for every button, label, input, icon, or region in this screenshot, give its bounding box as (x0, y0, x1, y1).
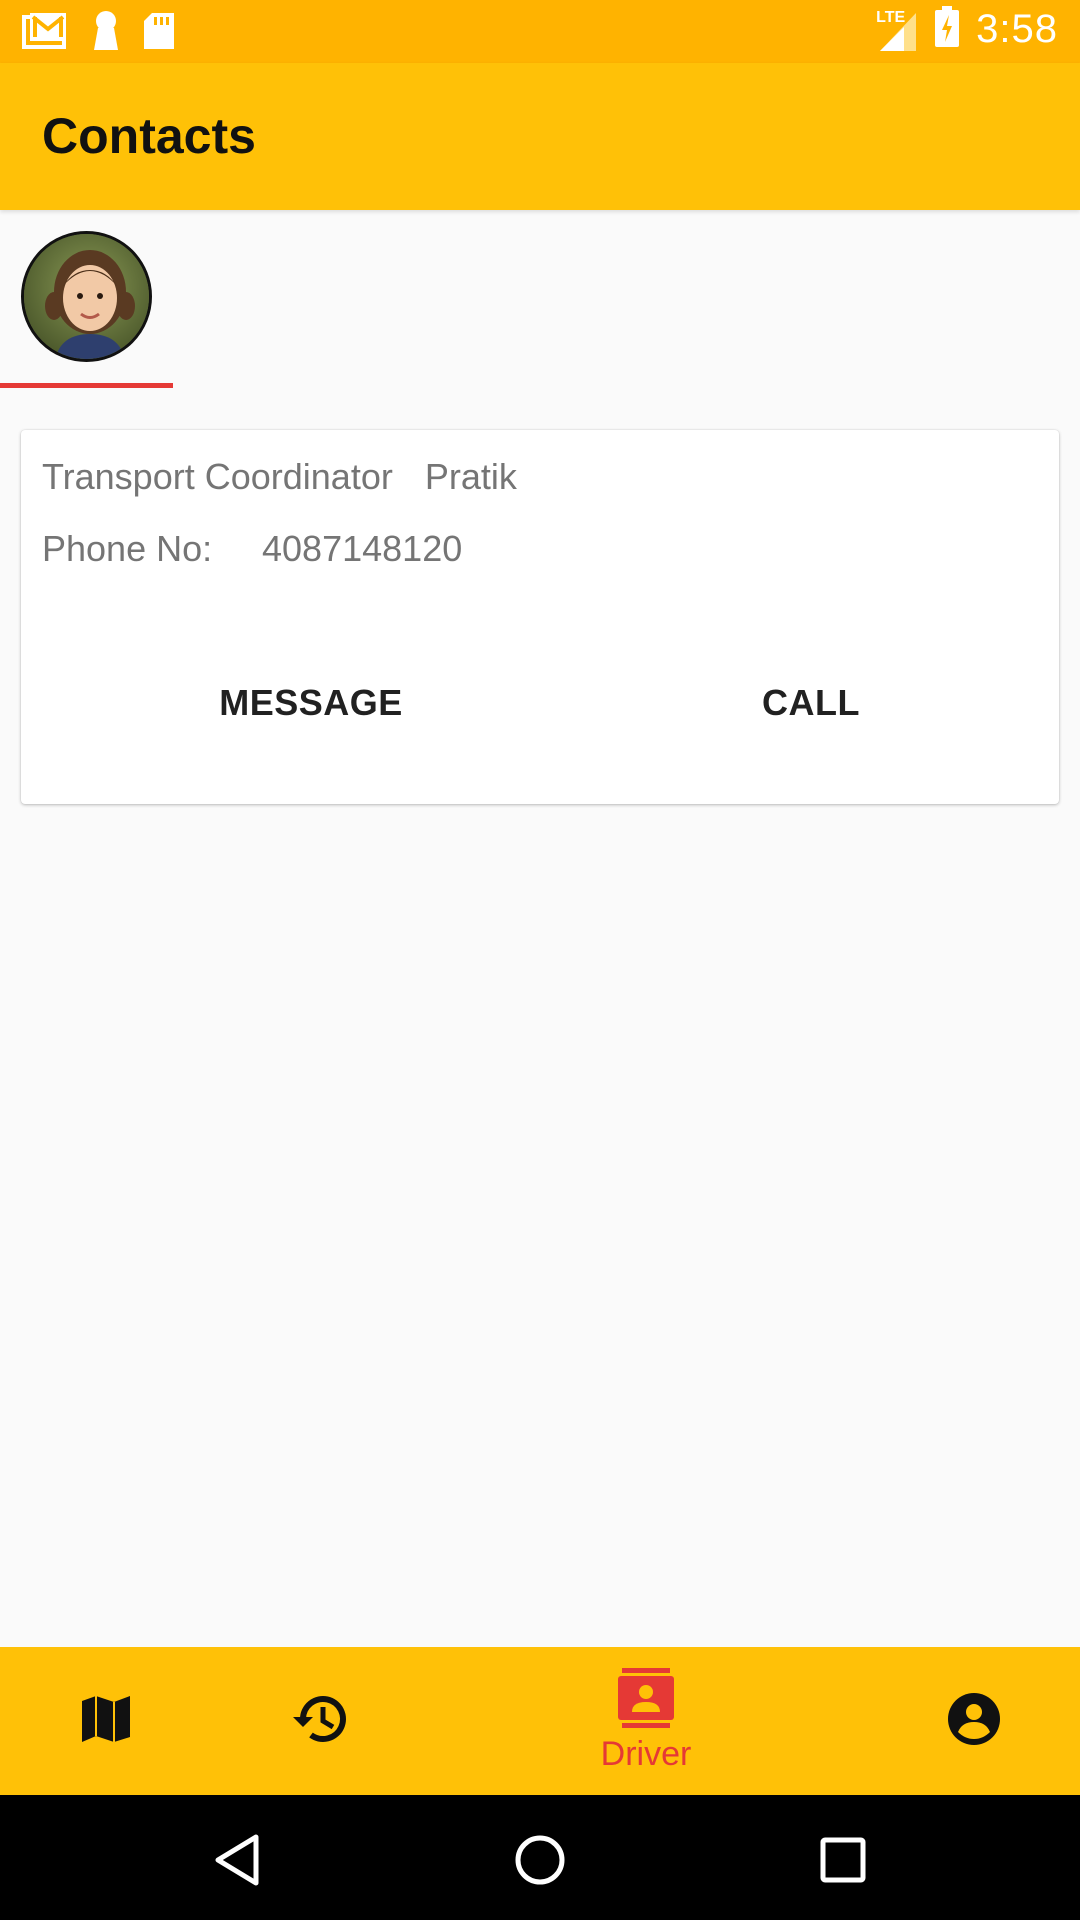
back-button[interactable] (202, 1825, 272, 1895)
call-button[interactable]: CALL (611, 658, 1011, 748)
contact-role-row: Transport Coordinator Pratik (42, 456, 517, 498)
contact-card-icon (618, 1668, 674, 1733)
status-clock: 3:58 (976, 7, 1058, 51)
back-triangle-icon (215, 1834, 259, 1886)
contact-name: Pratik (424, 456, 517, 497)
system-navigation-bar (0, 1795, 1080, 1920)
tab-indicator (0, 383, 173, 388)
nav-item-history[interactable] (260, 1647, 380, 1795)
keyhole-icon (92, 10, 120, 57)
bottom-navigation: Driver (0, 1647, 1080, 1795)
tab-contact-avatar[interactable] (0, 210, 173, 388)
nav-item-map[interactable] (46, 1647, 166, 1795)
phone-number: 4087148120 (262, 528, 463, 569)
page-title: Contacts (42, 108, 256, 164)
contact-phone-row: Phone No: 4087148120 (42, 528, 462, 570)
system-status-icons: LTE 3:58 (876, 6, 1058, 53)
message-button[interactable]: MESSAGE (111, 658, 511, 748)
avatar (21, 231, 152, 362)
home-circle-icon (515, 1835, 565, 1885)
signal-icon: LTE (876, 7, 918, 53)
home-button[interactable] (505, 1825, 575, 1895)
history-icon (291, 1693, 349, 1750)
gmail-icon (22, 11, 70, 56)
sd-card-icon (142, 11, 176, 56)
contact-card: Transport Coordinator Pratik Phone No: 4… (21, 430, 1059, 804)
map-icon (80, 1693, 132, 1750)
recents-square-icon (820, 1837, 866, 1883)
notification-icons (22, 10, 176, 57)
nav-item-profile[interactable] (914, 1647, 1034, 1795)
recents-button[interactable] (808, 1825, 878, 1895)
app-bar: Contacts (0, 63, 1080, 210)
nav-label-driver: Driver (600, 1735, 692, 1773)
nav-item-driver[interactable]: Driver (566, 1647, 726, 1795)
account-circle-icon (947, 1692, 1001, 1751)
phone-label: Phone No: (42, 528, 213, 569)
contact-tabs (0, 210, 1080, 390)
battery-charging-icon (934, 6, 960, 53)
status-bar: LTE 3:58 (0, 0, 1080, 63)
contact-role-label: Transport Coordinator (42, 456, 393, 497)
